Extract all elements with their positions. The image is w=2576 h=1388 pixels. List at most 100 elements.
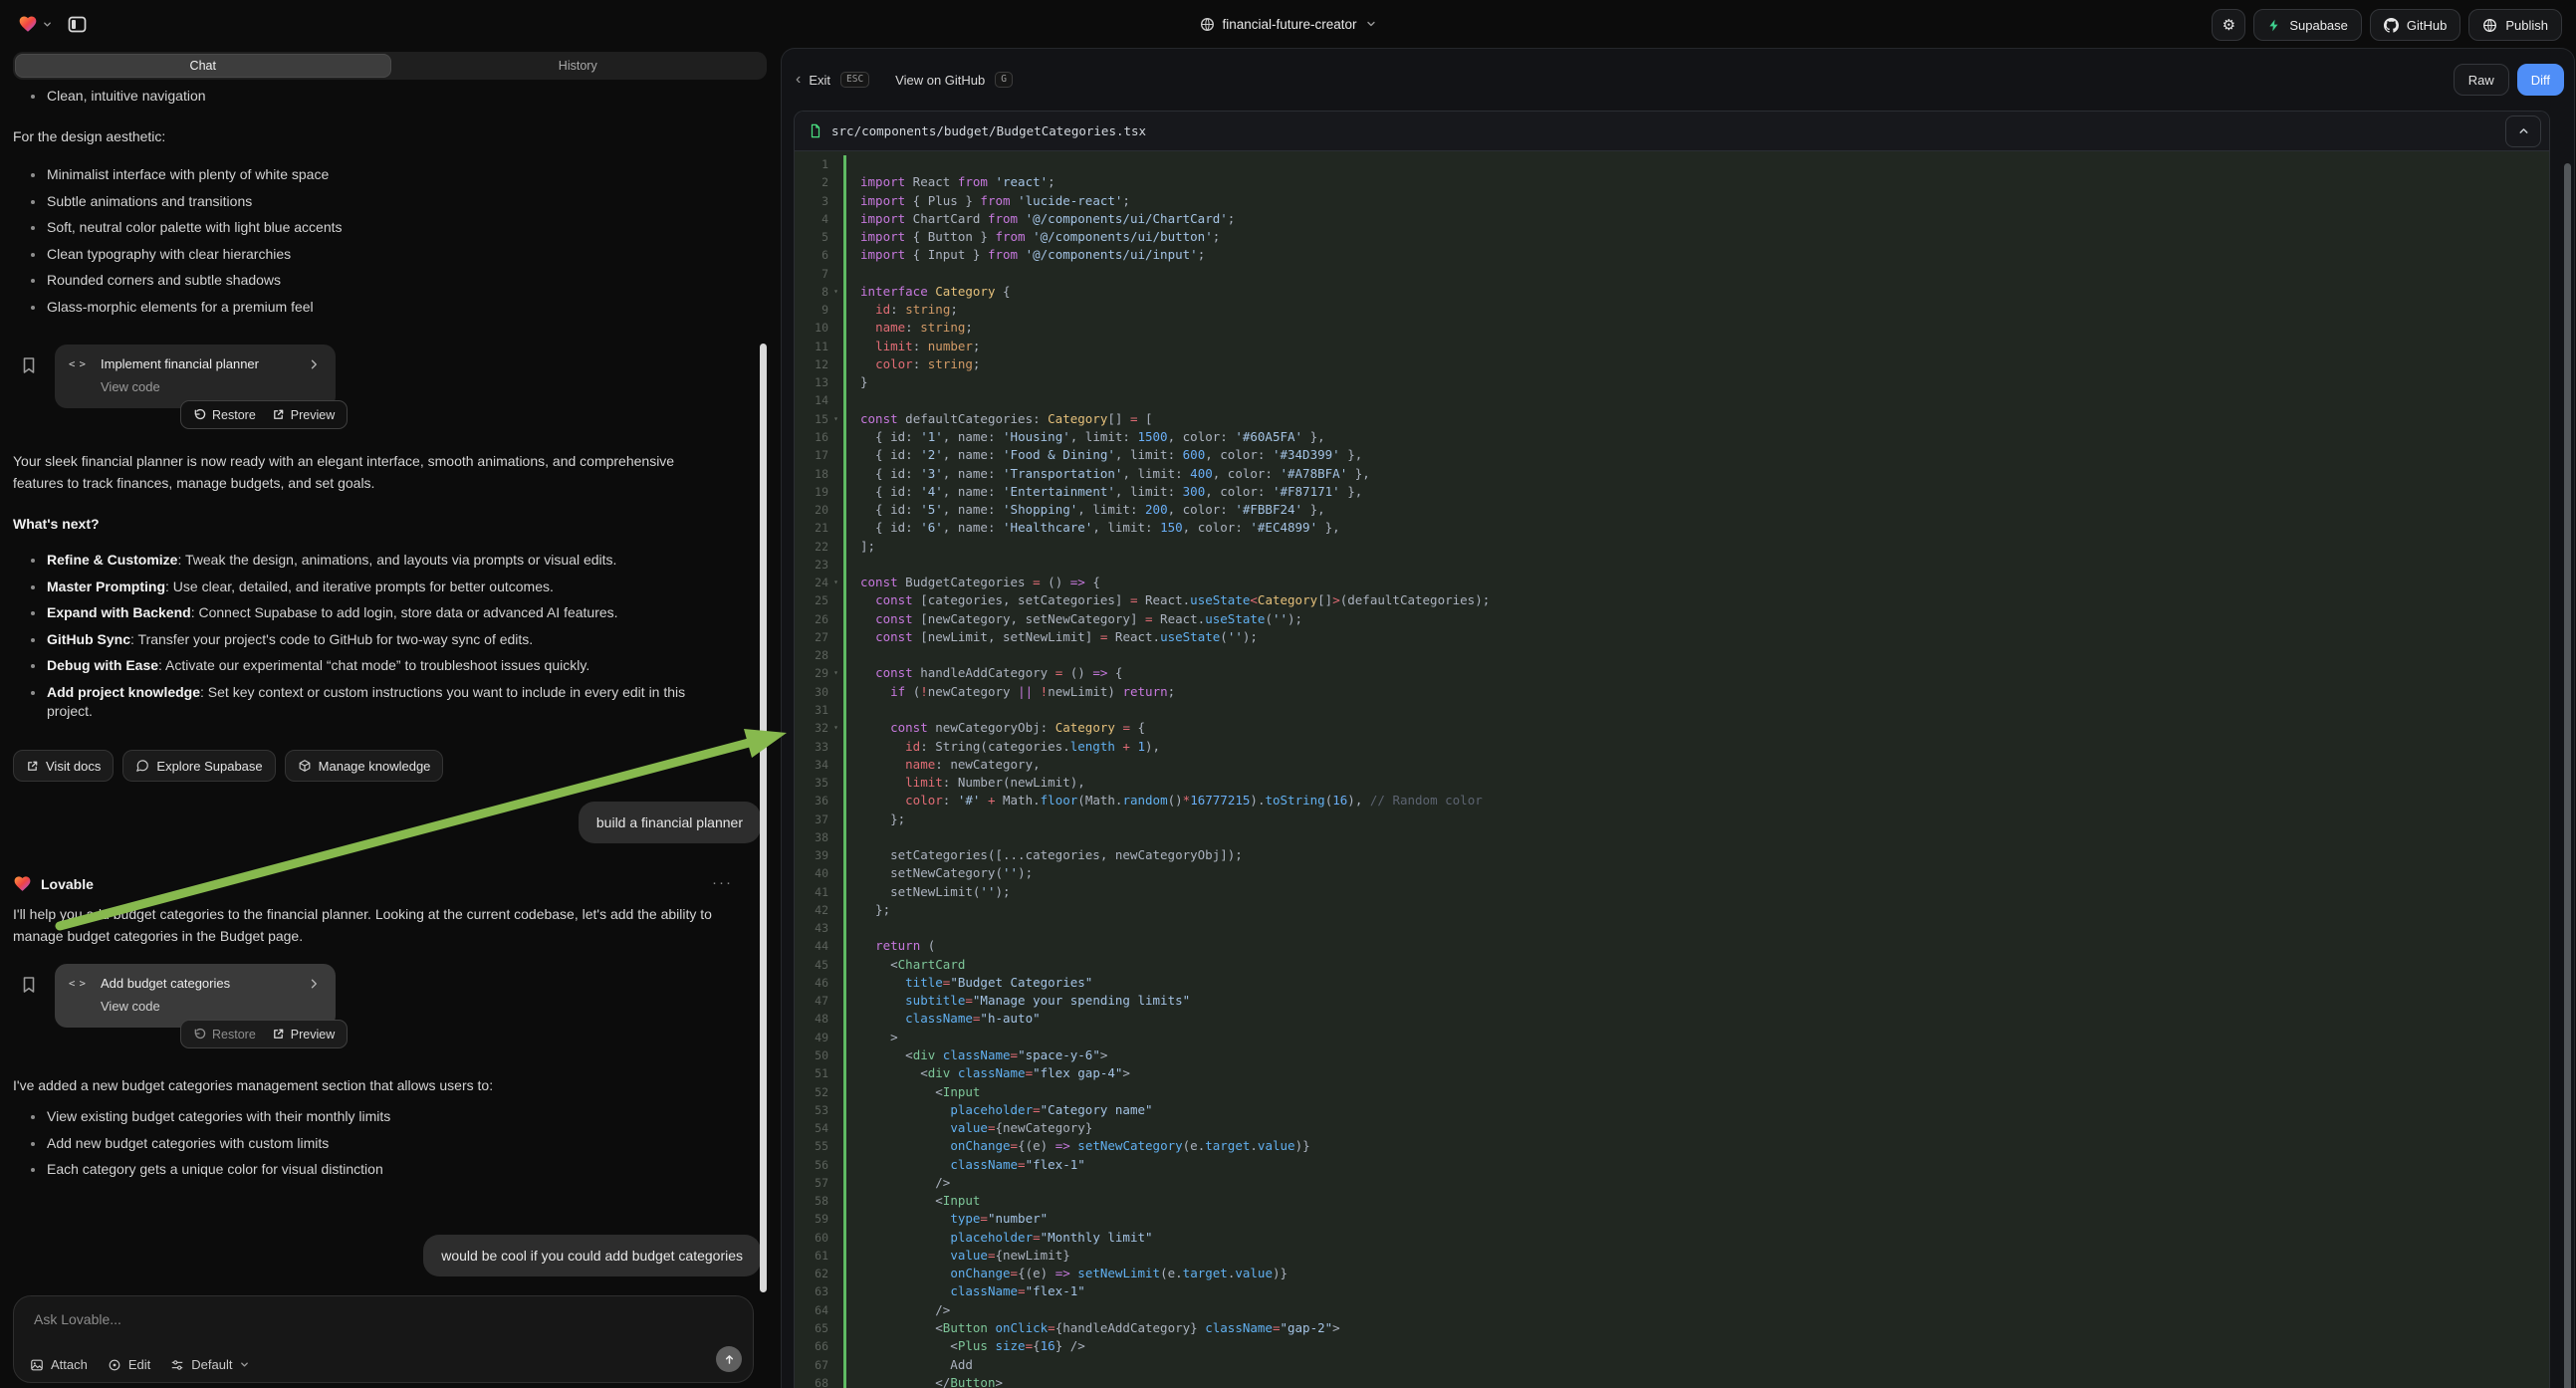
sidebar-toggle-button[interactable] — [63, 10, 91, 38]
bullet-item: Rounded corners and subtle shadows — [13, 271, 747, 291]
bullet-item: Minimalist interface with plenty of whit… — [13, 165, 747, 185]
supabase-bolt-icon — [2267, 18, 2281, 33]
version-card-2-wrap: < > Add budget categories View code Rest… — [55, 964, 353, 1059]
code-line: 51 <div className="flex gap-4"> — [795, 1064, 2549, 1082]
version-card-selected[interactable]: < > Add budget categories View code — [55, 964, 336, 1028]
package-icon — [298, 759, 312, 773]
bookmark-icon[interactable] — [21, 976, 37, 994]
assistant-header: Lovable ··· — [13, 874, 747, 893]
collapse-file-button[interactable] — [2505, 116, 2541, 147]
code-line: 25 const [categories, setCategories] = R… — [795, 591, 2549, 609]
send-button[interactable] — [716, 1346, 742, 1372]
help-paragraph: I'll help you add budget categories to t… — [13, 903, 742, 947]
code-line: 21 { id: '6', name: 'Healthcare', limit:… — [795, 519, 2549, 537]
chevron-left-icon: ‹ — [796, 71, 801, 89]
chevron-down-icon — [239, 1359, 250, 1370]
g-key-badge: G — [995, 72, 1013, 88]
github-button[interactable]: GitHub — [2370, 9, 2460, 41]
code-line: 42 }; — [795, 901, 2549, 919]
code-body[interactable]: 12import React from 'react';3import { Pl… — [795, 151, 2549, 1388]
raw-toggle-button[interactable]: Raw — [2454, 64, 2509, 96]
view-code-link[interactable]: View code — [101, 379, 336, 394]
code-line: 15▾const defaultCategories: Category[] =… — [795, 410, 2549, 428]
preview-button[interactable]: Preview — [272, 1028, 335, 1041]
chevron-down-icon — [1365, 18, 1377, 30]
external-link-icon — [26, 760, 39, 773]
chevron-right-icon[interactable] — [308, 978, 320, 990]
code-line: 64 /> — [795, 1301, 2549, 1319]
settings-button[interactable]: ⚙ — [2212, 9, 2245, 41]
bullet-item: Add project knowledge: Set key context o… — [13, 683, 724, 722]
code-line: 10 name: string; — [795, 319, 2549, 337]
code-line: 26 const [newCategory, setNewCategory] =… — [795, 610, 2549, 628]
code-line: 24▾const BudgetCategories = () => { — [795, 574, 2549, 591]
chat-input[interactable] — [32, 1310, 735, 1328]
ready-paragraph: Your sleek financial planner is now read… — [13, 450, 722, 494]
preview-button[interactable]: Preview — [272, 408, 335, 422]
explore-supabase-button[interactable]: Explore Supabase — [122, 750, 275, 782]
version-card[interactable]: < > Implement financial planner View cod… — [55, 345, 336, 408]
message-menu-button[interactable]: ··· — [712, 874, 733, 891]
chat-bullet-top: Clean, intuitive navigation — [13, 87, 747, 114]
code-line: 63 className="flex-1" — [795, 1282, 2549, 1300]
sidebar-icon — [68, 16, 87, 33]
view-code-link[interactable]: View code — [101, 999, 336, 1014]
user-message: would be cool if you could add budget ca… — [423, 1235, 761, 1276]
code-line: 43 — [795, 919, 2549, 937]
diff-toggle-button[interactable]: Diff — [2517, 64, 2564, 96]
next-steps-list: Refine & Customize: Tweak the design, an… — [13, 551, 724, 729]
exit-button[interactable]: Exit — [809, 73, 830, 88]
edit-mode-button[interactable]: Edit — [108, 1357, 150, 1372]
tab-history[interactable]: History — [391, 54, 766, 78]
code-icon: < > — [69, 978, 91, 990]
code-line: 36 color: '#' + Math.floor(Math.random()… — [795, 792, 2549, 810]
code-icon: < > — [69, 358, 91, 370]
visit-docs-button[interactable]: Visit docs — [13, 750, 114, 782]
attach-button[interactable]: Attach — [30, 1357, 88, 1372]
bullet-item: View existing budget categories with the… — [13, 1107, 747, 1127]
code-line: 4import ChartCard from '@/components/ui/… — [795, 210, 2549, 228]
code-line: 19 { id: '4', name: 'Entertainment', lim… — [795, 483, 2549, 501]
code-line: 60 placeholder="Monthly limit" — [795, 1229, 2549, 1247]
design-heading: For the design aesthetic: — [13, 125, 747, 147]
external-link-icon — [272, 1028, 285, 1041]
image-icon — [30, 1358, 44, 1372]
publish-button[interactable]: Publish — [2468, 9, 2562, 41]
code-line: 32▾ const newCategoryObj: Category = { — [795, 719, 2549, 737]
code-line: 16 { id: '1', name: 'Housing', limit: 15… — [795, 428, 2549, 446]
code-scrollbar[interactable] — [2564, 163, 2571, 1388]
code-line: 3import { Plus } from 'lucide-react'; — [795, 192, 2549, 210]
bullet-item: Debug with Ease: Activate our experiment… — [13, 656, 724, 676]
code-line: 55 onChange={(e) => setNewCategory(e.tar… — [795, 1137, 2549, 1155]
restore-button[interactable]: Restore — [193, 1028, 256, 1041]
code-line: 38 — [795, 828, 2549, 846]
code-line: 34 name: newCategory, — [795, 756, 2549, 774]
code-line: 57 /> — [795, 1174, 2549, 1192]
bullet-item: Master Prompting: Use clear, detailed, a… — [13, 578, 724, 597]
esc-key-badge: ESC — [840, 72, 869, 88]
lovable-logo-menu[interactable] — [18, 14, 53, 34]
bullet-item: Glass-morphic elements for a premium fee… — [13, 298, 747, 318]
chevron-right-icon[interactable] — [308, 358, 320, 370]
manage-knowledge-button[interactable]: Manage knowledge — [285, 750, 444, 782]
project-switcher[interactable]: financial-future-creator — [1199, 0, 1376, 48]
code-line: 50 <div className="space-y-6"> — [795, 1046, 2549, 1064]
code-line: 31 — [795, 701, 2549, 719]
mode-selector[interactable]: Default — [170, 1357, 250, 1372]
code-line: 40 setNewCategory(''); — [795, 864, 2549, 882]
github-icon — [2384, 18, 2399, 33]
code-line: 67 Add — [795, 1356, 2549, 1374]
code-line: 66 <Plus size={16} /> — [795, 1337, 2549, 1355]
bookmark-icon[interactable] — [21, 356, 37, 374]
tab-chat[interactable]: Chat — [15, 54, 391, 78]
bullet-item: Expand with Backend: Connect Supabase to… — [13, 603, 724, 623]
assistant-name: Lovable — [41, 876, 94, 892]
whats-next-heading: What's next? — [13, 516, 747, 532]
code-line: 14 — [795, 391, 2549, 409]
view-on-github-button[interactable]: View on GitHub — [895, 73, 985, 88]
restore-button[interactable]: Restore — [193, 408, 256, 422]
supabase-button[interactable]: Supabase — [2253, 9, 2362, 41]
chat-scrollbar[interactable] — [760, 344, 767, 1292]
project-title: financial-future-creator — [1222, 17, 1356, 32]
code-lines: 12import React from 'react';3import { Pl… — [795, 155, 2549, 1388]
